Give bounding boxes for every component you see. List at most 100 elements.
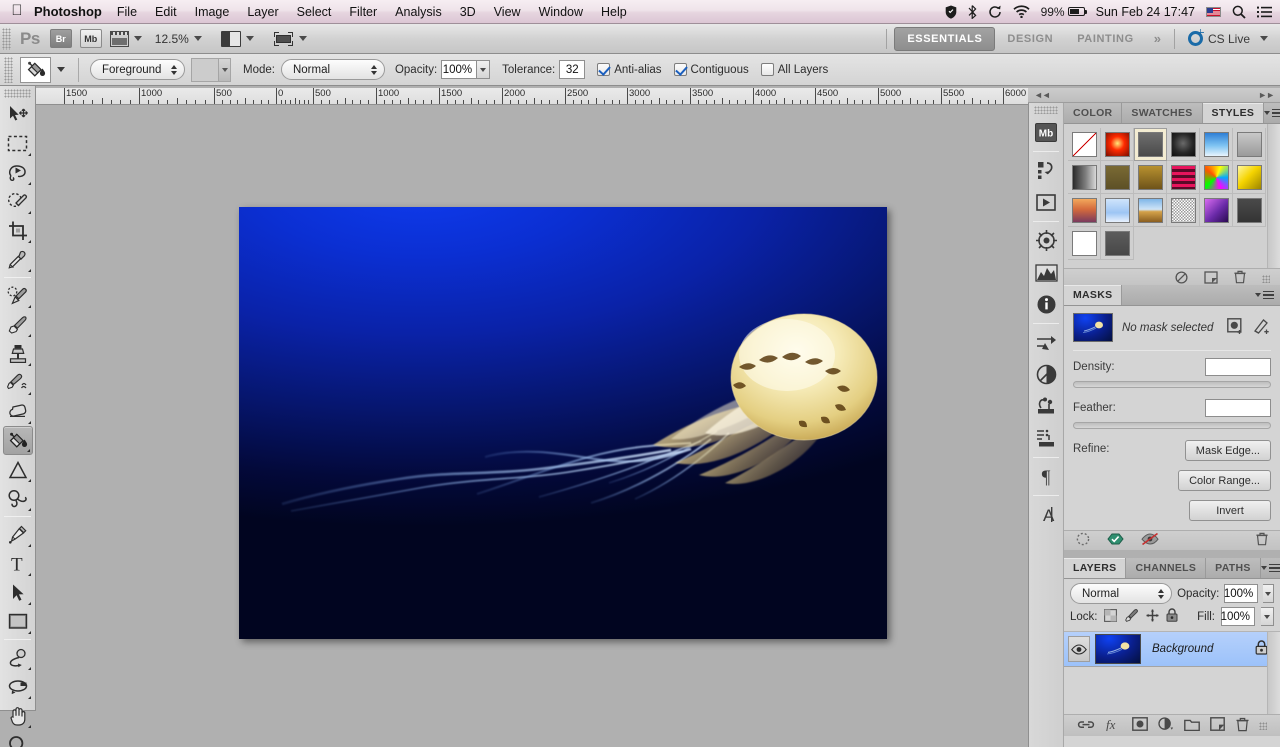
all-layers-checkbox[interactable] <box>760 63 774 76</box>
mini-bridge-icon[interactable]: Mb <box>1031 117 1061 148</box>
launch-mini-bridge-button[interactable]: Mb <box>79 29 102 48</box>
layer-opacity-input[interactable]: 100% <box>1224 584 1259 603</box>
pink-stripes-style[interactable] <box>1167 161 1200 194</box>
us-flag-icon[interactable] <box>1206 6 1221 17</box>
menu-3d[interactable]: 3D <box>451 0 485 24</box>
table-row[interactable]: Background <box>1064 632 1280 667</box>
olive-style[interactable] <box>1101 161 1134 194</box>
wifi-icon[interactable] <box>1012 5 1030 18</box>
charcoal-style[interactable] <box>1233 194 1266 227</box>
delete-layer-icon[interactable] <box>1236 717 1249 735</box>
cs-live-button[interactable]: CS Live <box>1182 31 1274 46</box>
add-vector-mask-icon[interactable] <box>1253 318 1271 338</box>
move-tool[interactable] <box>3 100 33 129</box>
layer-thumbnail[interactable] <box>1095 634 1141 664</box>
app-name-menu[interactable]: Photoshop <box>34 4 102 19</box>
dark-gray-style[interactable] <box>1134 128 1167 161</box>
layer-style-fx-icon[interactable]: fx <box>1105 717 1121 734</box>
load-selection-icon[interactable] <box>1076 532 1090 549</box>
contiguous-checkbox-row[interactable]: Contiguous <box>673 63 749 76</box>
menu-help[interactable]: Help <box>592 0 636 24</box>
lock-image-icon[interactable] <box>1124 608 1139 625</box>
tab-styles[interactable]: STYLES <box>1202 103 1265 123</box>
info-icon[interactable] <box>1031 289 1061 320</box>
opacity-input[interactable]: 100% <box>441 60 478 79</box>
lock-transparency-icon[interactable] <box>1103 608 1117 625</box>
bronze-style[interactable] <box>1134 161 1167 194</box>
document-area[interactable] <box>36 105 1028 747</box>
density-slider[interactable] <box>1073 381 1271 388</box>
feather-slider[interactable] <box>1073 422 1271 429</box>
layer-comps-icon[interactable] <box>1031 423 1061 454</box>
menu-file[interactable]: File <box>108 0 146 24</box>
eyedropper-tool[interactable] <box>3 245 33 274</box>
mask-edge-button[interactable]: Mask Edge... <box>1184 440 1271 461</box>
add-pixel-mask-icon[interactable] <box>1227 317 1244 338</box>
delete-mask-icon[interactable] <box>1256 532 1268 549</box>
gray-flat-style[interactable] <box>1101 227 1134 260</box>
brush-presets-icon[interactable] <box>1031 359 1061 390</box>
noise-white-style[interactable] <box>1167 194 1200 227</box>
all-layers-checkbox-row[interactable]: All Layers <box>760 63 828 76</box>
color-range-button[interactable]: Color Range... <box>1178 470 1271 491</box>
menu-select[interactable]: Select <box>288 0 341 24</box>
layer-opacity-stepper[interactable] <box>1263 584 1274 603</box>
path-selection-tool[interactable] <box>3 578 33 607</box>
lasso-tool[interactable] <box>3 158 33 187</box>
density-input[interactable] <box>1205 358 1271 376</box>
contiguous-checkbox[interactable] <box>673 63 687 76</box>
invert-button[interactable]: Invert <box>1189 500 1271 521</box>
crop-tool[interactable] <box>3 216 33 245</box>
layers-scrollbar[interactable] <box>1267 632 1280 714</box>
workspace-essentials[interactable]: ESSENTIALS <box>894 26 996 51</box>
tab-masks[interactable]: MASKS <box>1064 285 1123 305</box>
brush-tool[interactable] <box>3 310 33 339</box>
tab-paths[interactable]: PATHS <box>1206 558 1261 578</box>
black-camera-style[interactable] <box>1167 128 1200 161</box>
panel-menu-icon[interactable] <box>1264 103 1280 123</box>
tool-preset-picker[interactable] <box>20 56 65 83</box>
rectangular-marquee-tool[interactable] <box>3 129 33 158</box>
link-layers-icon[interactable] <box>1077 719 1095 733</box>
new-layer-icon[interactable] <box>1210 717 1226 734</box>
styles-scrollbar[interactable] <box>1267 124 1280 268</box>
sunset-style[interactable] <box>1068 194 1101 227</box>
options-bar-grip[interactable] <box>4 56 13 83</box>
expand-panels-icon[interactable]: ►► <box>1258 90 1275 100</box>
search-icon[interactable] <box>1232 5 1246 19</box>
anti-alias-checkbox-row[interactable]: Anti-alias <box>597 63 662 76</box>
appbar-grip[interactable] <box>2 27 11 50</box>
red-glow-style[interactable] <box>1101 128 1134 161</box>
workspace-painting[interactable]: PAINTING <box>1065 28 1146 50</box>
tools-panel-grip[interactable] <box>4 89 31 98</box>
gray-gradient-style[interactable] <box>1068 161 1101 194</box>
tab-layers[interactable]: LAYERS <box>1064 558 1127 578</box>
lock-all-icon[interactable] <box>1166 608 1178 625</box>
light-gray-style[interactable] <box>1233 128 1266 161</box>
rectangle-shape-tool[interactable] <box>3 607 33 636</box>
apply-mask-icon[interactable] <box>1107 532 1124 549</box>
mask-thumbnail[interactable] <box>1073 313 1113 342</box>
clone-stamp-tool[interactable] <box>3 339 33 368</box>
menu-analysis[interactable]: Analysis <box>386 0 451 24</box>
sync-icon[interactable] <box>988 5 1002 19</box>
more-workspaces-button[interactable]: » <box>1146 31 1167 46</box>
menu-layer[interactable]: Layer <box>238 0 287 24</box>
histogram-icon[interactable] <box>1031 257 1061 288</box>
screen-mode-button[interactable] <box>273 31 307 47</box>
tab-channels[interactable]: CHANNELS <box>1126 558 1207 578</box>
dodge-tool[interactable] <box>3 484 33 513</box>
lock-position-icon[interactable] <box>1146 609 1159 625</box>
tab-color[interactable]: COLOR <box>1064 103 1123 123</box>
menu-filter[interactable]: Filter <box>340 0 386 24</box>
opacity-stepper[interactable] <box>477 60 491 79</box>
tolerance-input[interactable]: 32 <box>559 60 586 79</box>
character-icon[interactable]: A <box>1031 499 1061 530</box>
layer-name[interactable]: Background <box>1152 643 1213 655</box>
canvas-jellyfish-photo[interactable] <box>239 207 887 639</box>
gradient-tool[interactable] <box>3 455 33 484</box>
blue-sky-style[interactable] <box>1200 128 1233 161</box>
feather-input[interactable] <box>1205 399 1271 417</box>
layers-list[interactable]: Background <box>1064 631 1280 714</box>
pen-tool[interactable] <box>3 520 33 549</box>
